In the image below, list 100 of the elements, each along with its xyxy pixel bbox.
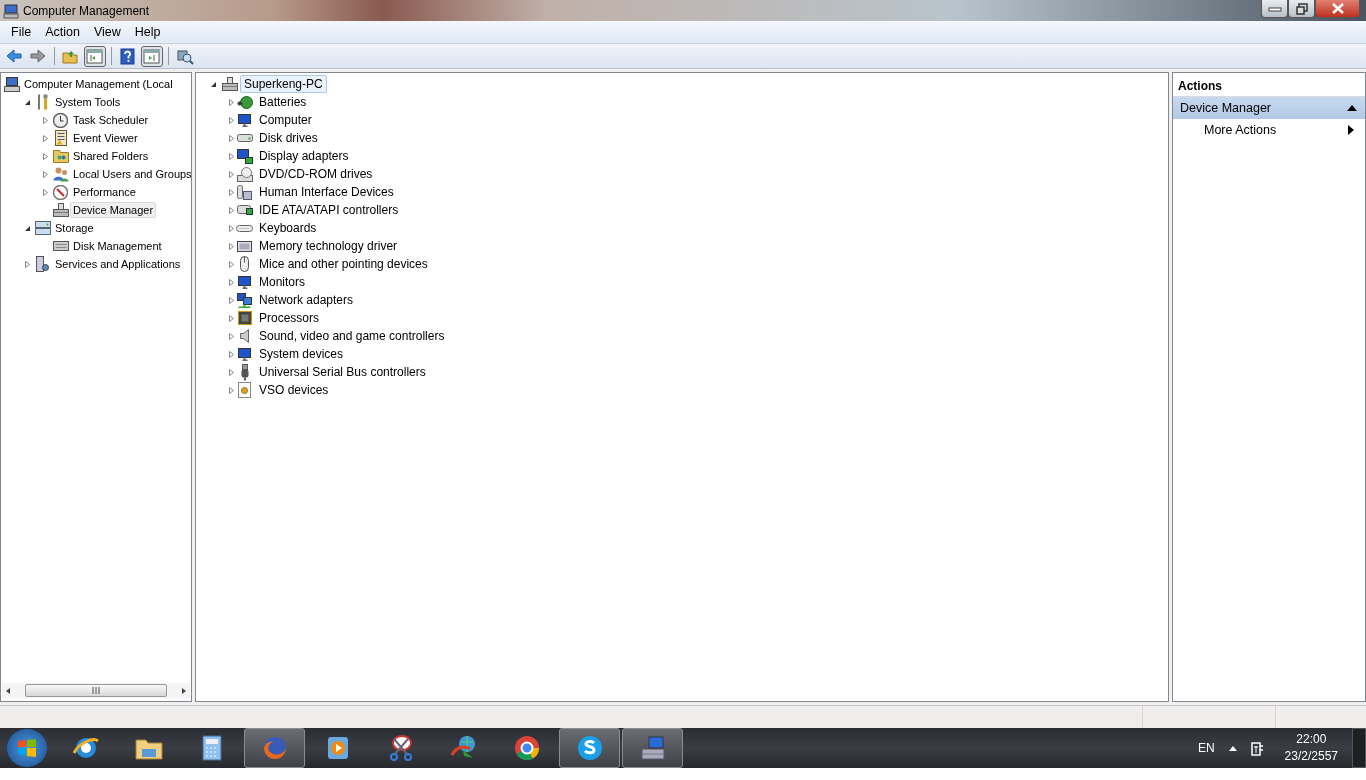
page-gear-icon xyxy=(238,382,251,398)
minimize-icon xyxy=(1267,4,1282,13)
tree-item[interactable]: Storage xyxy=(52,220,97,236)
expand-arrow-icon[interactable] xyxy=(227,331,236,341)
tree-item[interactable]: Services and Applications xyxy=(52,256,184,272)
expand-arrow-icon[interactable] xyxy=(227,133,236,143)
tree-item[interactable]: Task Scheduler xyxy=(70,112,152,128)
show-hidden-icons-icon[interactable] xyxy=(1228,745,1237,751)
expand-arrow-icon[interactable] xyxy=(227,295,236,305)
tree-item[interactable]: Computer xyxy=(255,111,316,129)
tree-item[interactable]: Superkeng-PC xyxy=(240,75,327,93)
expand-arrow-icon[interactable] xyxy=(227,367,236,377)
disk-icon xyxy=(52,241,69,251)
scroll-right-icon[interactable] xyxy=(182,687,186,694)
expand-arrow-icon[interactable] xyxy=(227,259,236,269)
expand-arrow-icon[interactable] xyxy=(227,223,236,233)
menu-item[interactable]: Help xyxy=(127,23,168,41)
start-logo-icon xyxy=(18,739,36,757)
restore-button[interactable] xyxy=(1288,0,1315,18)
shared-folder-icon xyxy=(52,149,69,163)
input-device-icon xyxy=(237,184,252,200)
horizontal-scrollbar[interactable] xyxy=(2,683,190,698)
expand-arrow-icon[interactable] xyxy=(41,115,50,125)
expand-arrow-icon[interactable] xyxy=(41,133,50,143)
usb-plug-icon xyxy=(240,363,249,381)
clock-icon xyxy=(53,112,68,128)
drive-icon xyxy=(236,134,253,142)
power-plug-icon[interactable] xyxy=(1250,740,1263,756)
tree-item[interactable]: Keyboards xyxy=(255,219,321,237)
section-title: Device Manager xyxy=(1180,101,1271,115)
expand-arrow-icon[interactable] xyxy=(227,115,236,125)
processor-icon xyxy=(237,311,252,325)
tree-item[interactable]: Local Users and Groups xyxy=(70,166,191,182)
menu-item[interactable]: View xyxy=(86,23,128,41)
menu-item[interactable]: File xyxy=(4,23,39,41)
tree-item[interactable]: VSO devices xyxy=(255,381,333,399)
scroll-left-icon[interactable] xyxy=(6,687,10,694)
tree-item[interactable]: Display adapters xyxy=(255,147,353,165)
show-hide-tree-button[interactable] xyxy=(84,45,106,67)
gauge-icon xyxy=(53,184,68,200)
close-button[interactable] xyxy=(1315,0,1360,18)
expand-arrow-icon[interactable] xyxy=(41,151,50,161)
minimize-button[interactable] xyxy=(1261,0,1288,18)
tree-item[interactable]: Computer Management (Local xyxy=(21,76,176,92)
window-title: Computer Management xyxy=(23,3,150,18)
expand-arrow-icon[interactable] xyxy=(227,169,236,179)
show-hide-action-pane-button[interactable] xyxy=(141,45,163,67)
monitor-icon xyxy=(238,347,251,361)
expand-arrow-icon[interactable] xyxy=(227,313,236,323)
taskbar-button[interactable] xyxy=(559,728,620,768)
computer-management-icon xyxy=(3,2,19,19)
tree-item[interactable]: Mice and other pointing devices xyxy=(255,255,432,273)
tree-item[interactable]: Shared Folders xyxy=(70,148,152,164)
action-label: More Actions xyxy=(1204,123,1277,137)
tree-item[interactable]: Sound, video and game controllers xyxy=(255,327,449,345)
action-section-header[interactable]: Device Manager xyxy=(1173,97,1365,119)
restore-icon xyxy=(1295,2,1308,15)
expand-arrow-icon[interactable] xyxy=(227,241,236,251)
show-desktop-button[interactable] xyxy=(1352,728,1366,768)
expand-arrow-icon[interactable] xyxy=(227,187,236,197)
tree-item[interactable]: Batteries xyxy=(255,93,311,111)
clock-time: 22:00 xyxy=(1296,731,1327,748)
expand-arrow-icon[interactable] xyxy=(41,187,50,197)
expand-arrow-icon[interactable] xyxy=(227,97,236,107)
menu-item[interactable]: Action xyxy=(38,23,87,41)
scrollbar-thumb[interactable] xyxy=(25,684,167,697)
tree-item[interactable]: System Tools xyxy=(52,94,124,110)
tree-item[interactable]: Disk Management xyxy=(70,238,165,254)
tree-item[interactable]: Processors xyxy=(255,309,324,327)
tree-item[interactable]: Device Manager xyxy=(70,202,157,218)
expand-arrow-icon[interactable] xyxy=(227,277,236,287)
tree-item[interactable]: IDE ATA/ATAPI controllers xyxy=(255,201,403,219)
tree-item[interactable]: Memory technology driver xyxy=(255,237,402,255)
tree-item[interactable]: Event Viewer xyxy=(70,130,141,146)
tree-item[interactable]: System devices xyxy=(255,345,348,363)
tree-item[interactable]: Monitors xyxy=(255,273,309,291)
tree-item[interactable]: DVD/CD-ROM drives xyxy=(255,165,377,183)
network-adapter-icon xyxy=(237,292,252,308)
monitor-icon xyxy=(238,275,251,289)
expand-arrow-icon[interactable] xyxy=(227,349,236,359)
start-button[interactable] xyxy=(7,729,47,767)
close-icon xyxy=(1331,3,1344,14)
expand-arrow-icon[interactable] xyxy=(227,151,236,161)
expand-arrow-icon[interactable] xyxy=(23,259,32,269)
tree-item[interactable]: Network adapters xyxy=(255,291,358,309)
tree-item[interactable]: Performance xyxy=(70,184,139,200)
clock[interactable]: 22:00 23/2/2557 xyxy=(1284,731,1338,765)
action-item[interactable]: More Actions xyxy=(1173,119,1365,141)
optical-drive-icon xyxy=(236,166,253,182)
tree-item[interactable]: Universal Serial Bus controllers xyxy=(255,363,430,381)
battery-icon xyxy=(236,95,253,109)
grip-icon xyxy=(92,687,100,694)
tree-item[interactable]: Human Interface Devices xyxy=(255,183,398,201)
expand-arrow-icon[interactable] xyxy=(41,169,50,179)
expand-arrow-icon[interactable] xyxy=(227,205,236,215)
language-indicator[interactable]: EN xyxy=(1197,741,1215,755)
server-icon xyxy=(36,256,49,272)
users-icon xyxy=(52,166,69,182)
tree-item[interactable]: Disk drives xyxy=(255,129,322,147)
expand-arrow-icon[interactable] xyxy=(227,385,236,395)
